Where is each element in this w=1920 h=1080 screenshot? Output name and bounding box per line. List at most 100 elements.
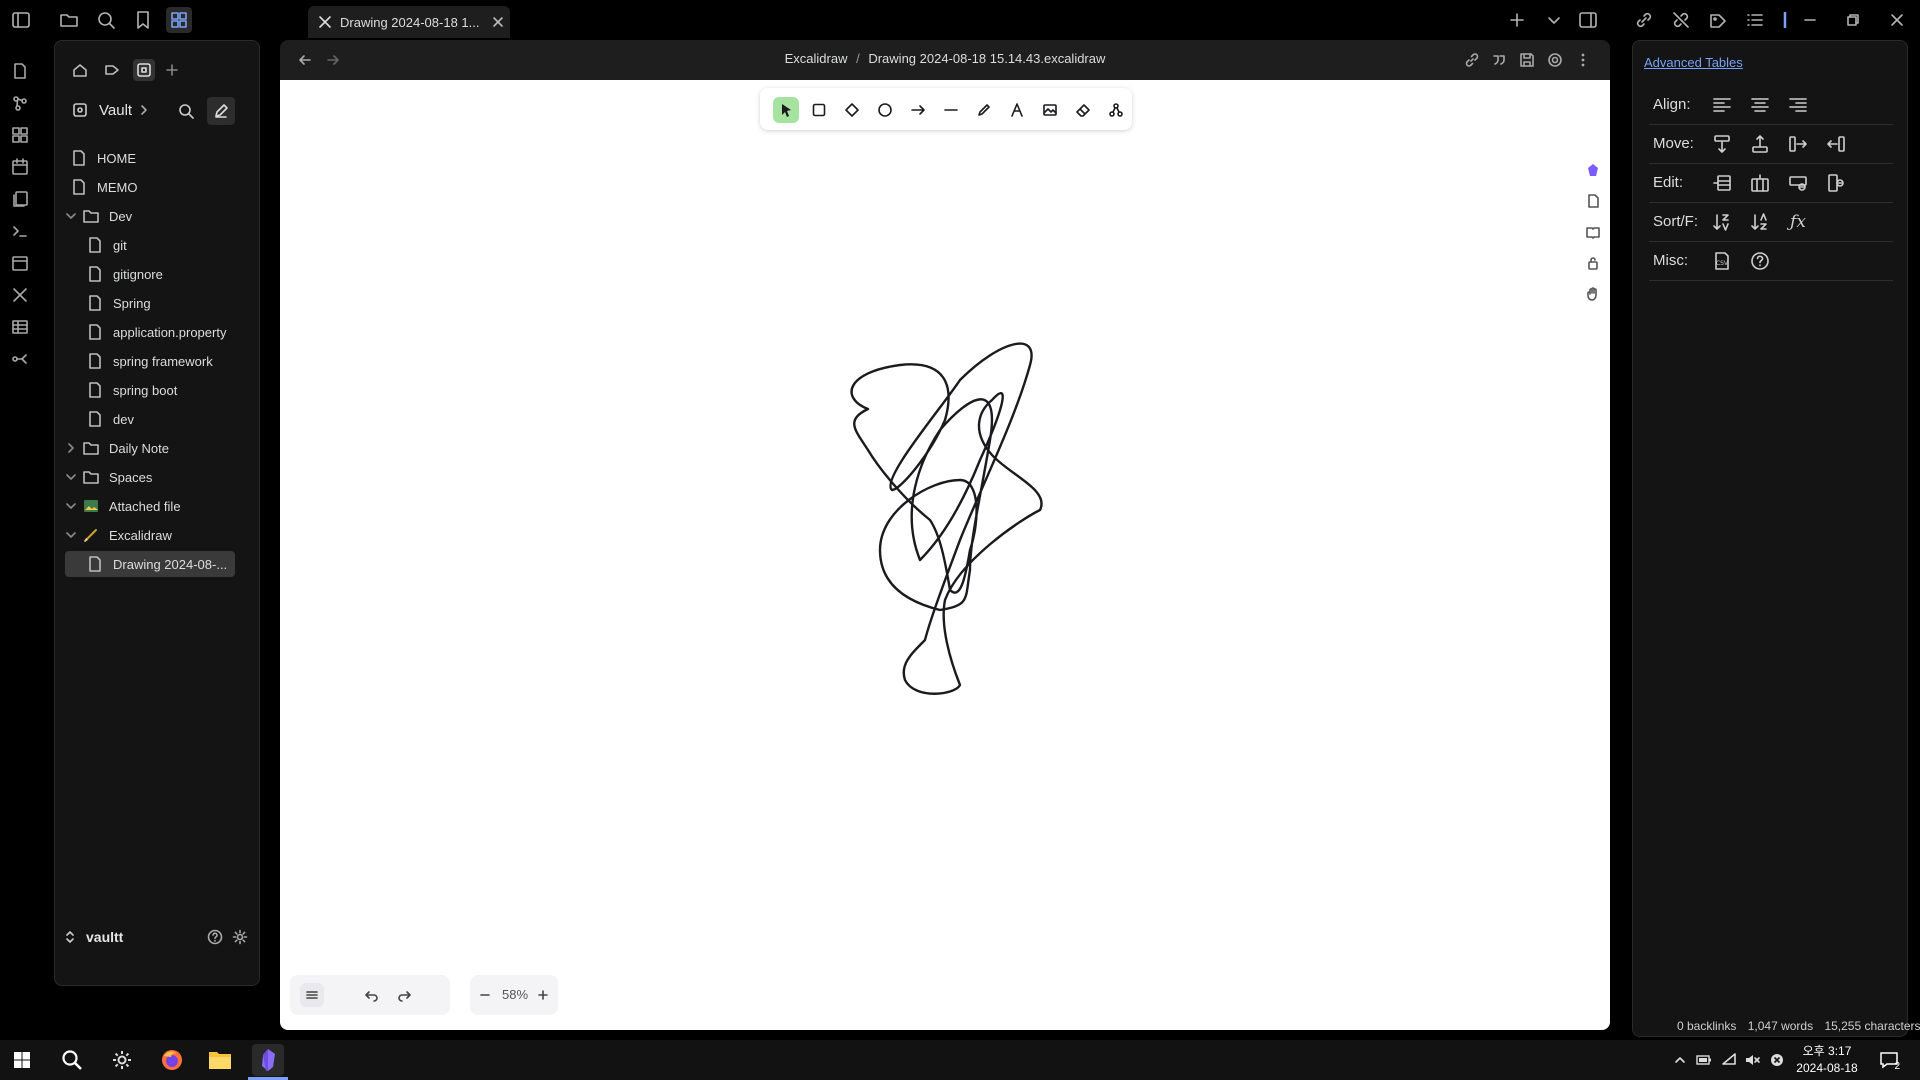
advanced-tables-icon[interactable] — [1772, 7, 1798, 33]
align-left-icon[interactable] — [1709, 92, 1735, 118]
terminal-icon[interactable] — [8, 219, 32, 243]
chevron-down-icon[interactable] — [65, 210, 77, 222]
new-tab-icon[interactable] — [1504, 7, 1530, 33]
file-item[interactable]: git — [87, 232, 127, 258]
canvas-icon[interactable] — [8, 123, 32, 147]
list-icon[interactable] — [1742, 7, 1768, 33]
new-note-button[interactable] — [207, 97, 235, 125]
move-row-down-icon[interactable] — [1709, 131, 1735, 157]
new-note-icon[interactable] — [8, 59, 32, 83]
folder-item[interactable]: Attached file — [83, 493, 181, 519]
file-item-selected[interactable]: Drawing 2024-08-... — [65, 551, 235, 577]
grid-view-icon[interactable] — [166, 7, 192, 33]
obsidian-app-icon[interactable] — [252, 1044, 284, 1076]
zoom-in-icon[interactable] — [532, 983, 554, 1007]
vault-switcher-icon[interactable] — [63, 930, 77, 944]
align-right-icon[interactable] — [1785, 92, 1811, 118]
spaces-icon[interactable] — [133, 59, 155, 81]
move-col-left-icon[interactable] — [1823, 131, 1849, 157]
undo-icon[interactable] — [360, 983, 384, 1007]
minimize-icon[interactable] — [1797, 7, 1823, 33]
file-item[interactable]: spring framework — [87, 348, 213, 374]
excalidraw-tools-icon[interactable] — [8, 283, 32, 307]
excalidraw-canvas[interactable]: 58% — [280, 80, 1610, 1030]
save-icon[interactable] — [1516, 49, 1538, 71]
help-circle-icon[interactable] — [1747, 248, 1773, 274]
more-options-icon[interactable] — [1572, 49, 1594, 71]
folder-item[interactable]: Dev — [83, 203, 132, 229]
formula-icon[interactable]: ƒx — [1785, 209, 1811, 235]
help-icon[interactable] — [205, 927, 225, 947]
close-window-icon[interactable] — [1884, 7, 1910, 33]
templates-icon[interactable] — [8, 187, 32, 211]
home-icon[interactable] — [69, 59, 91, 81]
notification-icon[interactable]: 2 — [1876, 1048, 1902, 1072]
vault-switcher-name[interactable]: vaultt — [86, 929, 123, 945]
settings-gear-icon[interactable] — [230, 927, 250, 947]
folder-item[interactable]: Spaces — [83, 464, 152, 490]
file-item[interactable]: HOME — [71, 145, 136, 171]
volume-muted-icon[interactable] — [1744, 1052, 1762, 1068]
chevron-down-icon[interactable] — [65, 529, 77, 541]
calendar-icon[interactable] — [8, 251, 32, 275]
chevron-right-icon[interactable] — [137, 103, 151, 117]
tag-icon[interactable] — [101, 59, 123, 81]
quote-icon[interactable] — [1488, 49, 1510, 71]
chevron-down-icon[interactable] — [65, 500, 77, 512]
chevron-down-icon[interactable] — [65, 471, 77, 483]
vault-name[interactable]: Vault — [99, 102, 132, 119]
windows-start-icon[interactable] — [6, 1044, 38, 1076]
zoom-level[interactable]: 58% — [496, 987, 534, 1002]
align-center-icon[interactable] — [1747, 92, 1773, 118]
move-col-right-icon[interactable] — [1785, 131, 1811, 157]
graph-view-icon[interactable] — [8, 91, 32, 115]
excalidraw-settings-icon[interactable] — [1544, 49, 1566, 71]
file-item[interactable]: spring boot — [87, 377, 177, 403]
table-icon[interactable] — [8, 315, 32, 339]
tray-chevron-up-icon[interactable] — [1672, 1052, 1688, 1068]
insert-row-icon[interactable] — [1709, 170, 1735, 196]
link-icon[interactable] — [1461, 49, 1483, 71]
clock[interactable]: 오후 3:17 2024-08-18 — [1792, 1043, 1862, 1077]
file-item[interactable]: MEMO — [71, 174, 137, 200]
breadcrumb-file[interactable]: Drawing 2024-08-18 15.14.43.excalidraw — [868, 51, 1105, 66]
taskbar-settings-icon[interactable] — [106, 1044, 138, 1076]
git-icon[interactable] — [8, 347, 32, 371]
file-item[interactable]: gitignore — [87, 261, 163, 287]
csv-icon[interactable]: CSV — [1709, 248, 1735, 274]
link-remove-icon[interactable] — [1668, 7, 1694, 33]
sidebar-toggle-icon[interactable] — [8, 7, 34, 33]
freehand-scribble[interactable] — [280, 80, 1610, 1030]
add-space-icon[interactable] — [161, 59, 183, 81]
wifi-icon[interactable] — [1720, 1052, 1738, 1068]
network-error-icon[interactable] — [1768, 1052, 1786, 1068]
firefox-icon[interactable] — [156, 1044, 188, 1076]
backlinks-count[interactable]: 0 backlinks — [1677, 1019, 1736, 1033]
insert-column-icon[interactable] — [1747, 170, 1773, 196]
file-item[interactable]: application.property — [87, 319, 226, 345]
hamburger-menu-icon[interactable] — [300, 983, 324, 1007]
sort-desc-icon[interactable] — [1747, 209, 1773, 235]
advanced-tables-title[interactable]: Advanced Tables — [1644, 55, 1743, 70]
tab-drawing[interactable]: Drawing 2024-08-18 1... — [308, 6, 510, 38]
right-sidebar-toggle-icon[interactable] — [1575, 7, 1601, 33]
folder-item[interactable]: Excalidraw — [83, 522, 172, 548]
move-row-up-icon[interactable] — [1747, 131, 1773, 157]
tab-list-chevron-icon[interactable] — [1541, 7, 1567, 33]
zoom-out-icon[interactable] — [474, 983, 496, 1007]
close-tab-icon[interactable] — [490, 14, 506, 30]
breadcrumb-folder[interactable]: Excalidraw — [785, 51, 848, 66]
link-add-icon[interactable] — [1631, 7, 1657, 33]
bookmark-icon[interactable] — [130, 7, 156, 33]
file-item[interactable]: dev — [87, 406, 134, 432]
search-icon[interactable] — [93, 7, 119, 33]
file-explorer-icon[interactable] — [204, 1044, 236, 1076]
daily-note-icon[interactable] — [8, 155, 32, 179]
chevron-right-icon[interactable] — [65, 442, 77, 454]
redo-icon[interactable] — [392, 983, 416, 1007]
tags-icon[interactable] — [1705, 7, 1731, 33]
sidebar-search-icon[interactable] — [175, 100, 197, 122]
folder-item[interactable]: Daily Note — [83, 435, 169, 461]
battery-icon[interactable] — [1695, 1052, 1713, 1068]
delete-column-icon[interactable] — [1823, 170, 1849, 196]
